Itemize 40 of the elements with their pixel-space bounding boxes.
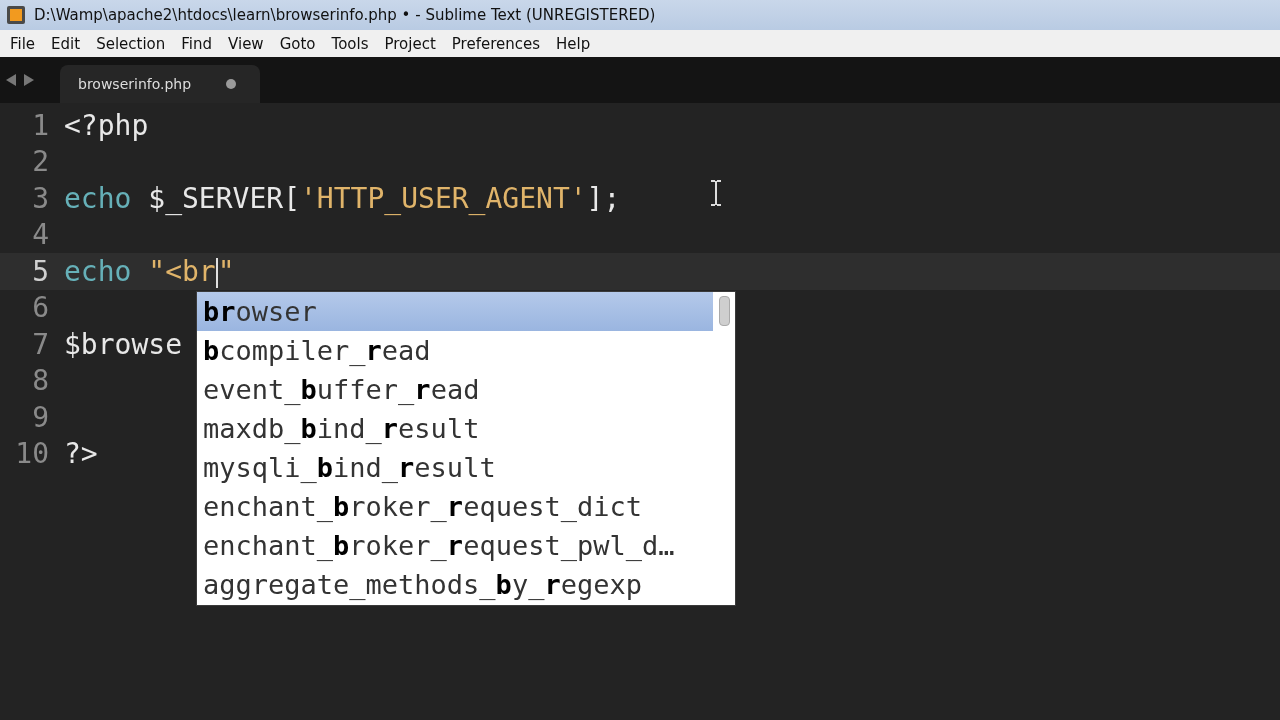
completion-item[interactable]: bcompiler_read <box>197 331 713 370</box>
completion-item[interactable]: enchant_broker_request_pwl_d… <box>197 526 713 565</box>
completion-item[interactable]: enchant_broker_request_dict <box>197 487 713 526</box>
code-line: echo "<br" <box>64 254 235 288</box>
menu-item[interactable]: Project <box>376 34 444 53</box>
code-line: $browse <box>64 327 182 361</box>
menu-item[interactable]: Find <box>173 34 221 53</box>
completion-item[interactable]: browser <box>197 292 713 331</box>
scrollbar-thumb[interactable] <box>718 296 730 326</box>
line-number: 10 <box>14 437 50 471</box>
line-number: 5 <box>31 254 50 288</box>
menu-item[interactable]: Help <box>548 34 599 53</box>
menu-item[interactable]: Edit <box>43 34 89 53</box>
completion-item[interactable]: event_buffer_read <box>197 370 713 409</box>
menu-item[interactable]: Preferences <box>443 34 549 53</box>
completion-item[interactable]: maxdb_bind_result <box>197 409 713 448</box>
menu-item[interactable]: View <box>220 34 272 53</box>
code-line: ?> <box>64 437 98 471</box>
forward-icon[interactable] <box>24 74 34 86</box>
editor-tab[interactable]: browserinfo.php <box>60 65 260 103</box>
menu-item[interactable]: File <box>2 34 44 53</box>
menu-item[interactable]: Selection <box>88 34 174 53</box>
completion-item[interactable]: mysqli_bind_result <box>197 448 713 487</box>
code-line: echo $_SERVER['HTTP_USER_AGENT']; <box>64 181 621 215</box>
menu-item[interactable]: Goto <box>271 34 324 53</box>
line-number: 6 <box>31 291 50 325</box>
menu-item[interactable]: Tools <box>323 34 377 53</box>
line-number: 3 <box>31 181 50 215</box>
line-number: 2 <box>31 145 50 179</box>
app-logo-icon <box>6 5 26 25</box>
line-number: 1 <box>31 108 50 142</box>
line-number: 9 <box>31 400 50 434</box>
window-title: D:\Wamp\apache2\htdocs\learn\browserinfo.php • - Sublime Text (UNREGISTERED) <box>34 6 656 24</box>
completion-item[interactable]: aggregate_methods_by_regexp <box>197 565 713 604</box>
code-line: <?php <box>64 108 149 142</box>
line-number: 8 <box>31 364 50 398</box>
back-icon[interactable] <box>6 74 16 86</box>
line-number: 7 <box>31 327 50 361</box>
line-number: 4 <box>31 218 50 252</box>
text-cursor-icon <box>710 180 722 206</box>
